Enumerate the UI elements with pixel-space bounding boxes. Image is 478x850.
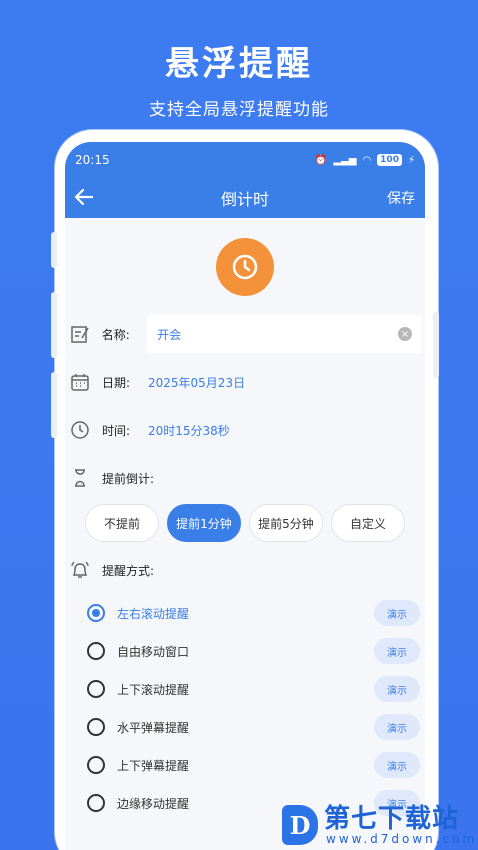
mode-item-label: 上下弹幕提醒 (117, 758, 190, 773)
battery-icon: 100 (377, 154, 402, 166)
watermark-text: 第七下载站 www.d7down.com (324, 805, 477, 845)
mode-item[interactable]: 自由移动窗口 演示 (65, 632, 425, 670)
time-value[interactable]: 20时15分38秒 (148, 422, 230, 439)
advance-row: 提前倒计: (65, 454, 425, 502)
mode-label: 提醒方式: (102, 563, 155, 578)
name-input[interactable]: 开会 × (147, 315, 422, 353)
alarm-off-icon: ⏰ (314, 154, 328, 166)
mode-item-label: 上下滚动提醒 (117, 682, 190, 697)
watermark-logo: D (282, 805, 318, 845)
status-bar: 20:15 ⏰ ▂▃▅ ◠ 100 ⚡ (65, 142, 425, 178)
status-icons: ⏰ ▂▃▅ ◠ 100 ⚡ (315, 154, 415, 166)
watermark-url: www.d7down.com (326, 832, 478, 846)
time-row[interactable]: 时间: 20时15分38秒 (65, 406, 425, 454)
radio-button[interactable] (87, 604, 105, 622)
mode-row-header: 提醒方式: (65, 546, 425, 594)
time-label: 时间: (102, 423, 131, 438)
clock-outline-icon (68, 418, 92, 442)
phone-side-button (51, 232, 57, 268)
clock-icon (216, 238, 274, 296)
calendar-icon (68, 370, 92, 394)
option-advance-1min[interactable]: 提前1分钟 (167, 504, 241, 542)
phone-side-button (51, 372, 57, 438)
name-input-value: 开会 (157, 327, 182, 342)
bell-icon (68, 558, 92, 582)
watermark-name: 第七下载站 (324, 804, 460, 834)
mode-list: 左右滚动提醒 演示 自由移动窗口 演示 上下滚动提醒 演示 水平弹幕提醒 演示 … (65, 594, 425, 822)
save-button[interactable]: 保存 (387, 188, 415, 208)
option-advance-5min[interactable]: 提前5分钟 (249, 504, 323, 542)
option-custom[interactable]: 自定义 (331, 504, 405, 542)
signal-icon: ▂▃▅ (333, 154, 357, 166)
phone-side-button (433, 312, 439, 378)
demo-button[interactable]: 演示 (374, 600, 420, 626)
app-bar: 倒计时 保存 (65, 178, 425, 218)
app-screen: 20:15 ⏰ ▂▃▅ ◠ 100 ⚡ 倒计时 保存 名称: 开会 × 日期: … (65, 142, 425, 850)
mode-item[interactable]: 上下弹幕提醒 演示 (65, 746, 425, 784)
mode-item[interactable]: 上下滚动提醒 演示 (65, 670, 425, 708)
mode-item[interactable]: 水平弹幕提醒 演示 (65, 708, 425, 746)
radio-button[interactable] (87, 794, 105, 812)
advance-options: 不提前 提前1分钟 提前5分钟 自定义 (65, 504, 425, 542)
promo-subtitle: 支持全局悬浮提醒功能 (149, 100, 329, 120)
option-no-advance[interactable]: 不提前 (85, 504, 159, 542)
wifi-icon: ◠ (362, 154, 372, 166)
promo-title: 悬浮提醒 (165, 44, 313, 84)
page-title: 倒计时 (220, 190, 269, 209)
date-value[interactable]: 2025年05月23日 (148, 374, 245, 391)
radio-button[interactable] (87, 756, 105, 774)
demo-button[interactable]: 演示 (374, 752, 420, 778)
name-row: 名称: 开会 × (65, 310, 425, 358)
advance-label: 提前倒计: (102, 471, 155, 486)
mode-item-label: 左右滚动提醒 (117, 606, 190, 621)
radio-button[interactable] (87, 680, 105, 698)
mode-item-label: 水平弹幕提醒 (117, 720, 190, 735)
date-label: 日期: (102, 375, 131, 390)
hourglass-icon (68, 466, 92, 490)
mode-item[interactable]: 左右滚动提醒 演示 (65, 594, 425, 632)
mode-item-label: 自由移动窗口 (117, 644, 190, 659)
status-time: 20:15 (75, 153, 110, 167)
demo-button[interactable]: 演示 (374, 638, 420, 664)
clock-header (65, 238, 425, 296)
clear-icon[interactable]: × (398, 327, 412, 341)
radio-button[interactable] (87, 718, 105, 736)
demo-button[interactable]: 演示 (374, 714, 420, 740)
edit-note-icon (68, 322, 92, 346)
charging-icon: ⚡ (407, 154, 415, 166)
phone-side-button (51, 292, 57, 358)
demo-button[interactable]: 演示 (374, 676, 420, 702)
date-row[interactable]: 日期: 2025年05月23日 (65, 358, 425, 406)
watermark: D 第七下载站 www.d7down.com (282, 800, 478, 850)
name-label: 名称: (101, 327, 130, 342)
radio-button[interactable] (87, 642, 105, 660)
arrow-left-icon[interactable] (74, 188, 94, 208)
